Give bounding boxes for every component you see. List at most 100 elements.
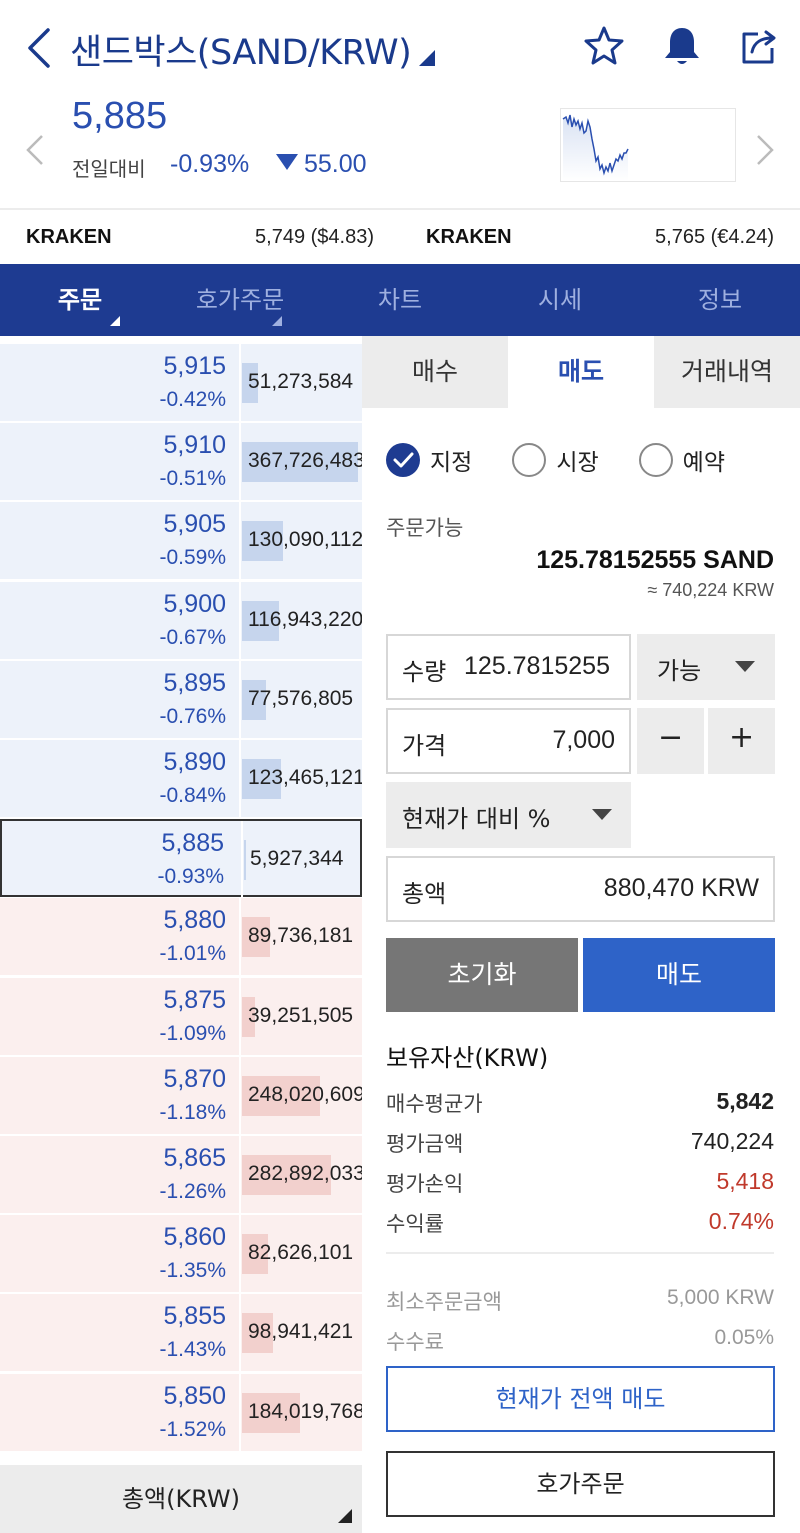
- share-icon[interactable]: [738, 24, 782, 68]
- subtab-0[interactable]: 매수: [362, 336, 508, 408]
- price-increase-button[interactable]: +: [708, 708, 775, 774]
- percent-selector[interactable]: 현재가 대비 %: [386, 782, 631, 848]
- orderbook-row[interactable]: 5,875 -1.09% 39,251,505: [0, 977, 362, 1056]
- orderbook-price: 5,850: [163, 1381, 226, 1410]
- price-decrease-button[interactable]: −: [637, 708, 704, 774]
- orderbook-row[interactable]: 5,905 -0.59% 130,090,112: [0, 502, 362, 581]
- corner-caret-icon: [338, 1509, 352, 1523]
- holding-value: 5,418: [716, 1168, 774, 1194]
- orderbook-separator: [239, 977, 241, 1056]
- order-type-option[interactable]: 지정: [386, 440, 472, 480]
- orderbook-volume: 184,019,768: [248, 1399, 362, 1423]
- orderbook-separator: [239, 740, 241, 818]
- market-title-text: 샌드박스(SAND/KRW): [70, 33, 412, 73]
- price-label: 가격: [402, 732, 447, 760]
- tab-4[interactable]: 정보: [640, 264, 800, 336]
- orderbook-volume-bar: [244, 840, 246, 881]
- holding-value: 0.74%: [708, 1208, 774, 1234]
- holding-label: 매수평균가: [386, 1092, 483, 1116]
- order-type-label: 시장: [556, 450, 599, 476]
- star-icon[interactable]: [582, 24, 626, 68]
- orderbook-price: 5,855: [163, 1302, 226, 1331]
- orderbook-row[interactable]: 5,910 -0.51% 367,726,483: [0, 423, 362, 502]
- subtab-2[interactable]: 거래내역: [654, 336, 800, 408]
- sparkline-chart[interactable]: [560, 108, 736, 182]
- market-select-caret-icon: [419, 35, 436, 75]
- orderbook-row[interactable]: 5,860 -1.35% 82,626,101: [0, 1215, 362, 1294]
- orderbook-row[interactable]: 5,865 -1.26% 282,892,033: [0, 1136, 362, 1214]
- external-price-1: 5,749 ($4.83): [255, 226, 374, 248]
- subtab-1[interactable]: 매도: [508, 336, 654, 408]
- orderbook-price: 5,905: [163, 510, 226, 539]
- orderbook-row[interactable]: 5,870 -1.18% 248,020,609: [0, 1056, 362, 1135]
- price-field[interactable]: 가격 7,000: [386, 708, 631, 774]
- orderbook-row[interactable]: 5,885 -0.93% 5,927,344: [0, 819, 362, 900]
- orderbook-row[interactable]: 5,880 -1.01% 89,736,181: [0, 898, 362, 977]
- orderbook-volume: 51,273,584: [248, 370, 354, 393]
- bell-icon[interactable]: [660, 24, 704, 68]
- tab-caret-icon: [110, 316, 120, 326]
- total-field[interactable]: 총액 880,470 KRW: [386, 856, 775, 922]
- tab-label: 정보: [697, 286, 743, 314]
- orderbook-volume: 130,090,112: [248, 528, 362, 552]
- orderbook-volume: 5,927,344: [250, 847, 344, 871]
- tab-2[interactable]: 차트: [320, 264, 480, 336]
- quote-order-button[interactable]: 호가주문: [386, 1451, 775, 1517]
- available-label: 주문가능: [386, 516, 464, 540]
- orderbook-percent: -0.42%: [159, 388, 226, 411]
- orderbook-separator: [239, 660, 241, 739]
- orderbook-row[interactable]: 5,855 -1.43% 98,941,421: [0, 1294, 362, 1373]
- orderbook-total-toggle[interactable]: 총액(KRW): [0, 1465, 362, 1533]
- market-title[interactable]: 샌드박스(SAND/KRW): [70, 24, 436, 75]
- quantity-value: 125.7815255: [464, 652, 610, 680]
- orderbook-price: 5,900: [163, 589, 226, 618]
- change-amount: 55.00: [276, 150, 367, 179]
- quantity-field[interactable]: 수량 125.7815255: [386, 634, 631, 700]
- next-market-chevron-icon[interactable]: [752, 130, 778, 170]
- holding-value: 5,842: [716, 1088, 774, 1114]
- orderbook-percent: -0.84%: [159, 784, 226, 807]
- external-exchange-2: KRAKEN: [426, 226, 512, 248]
- orderbook-volume: 82,626,101: [248, 1241, 354, 1265]
- orderbook-row[interactable]: 5,915 -0.42% 51,273,584: [0, 344, 362, 422]
- down-triangle-icon: [276, 154, 298, 170]
- order-type-option[interactable]: 시장: [512, 440, 599, 480]
- chevron-down-icon: [735, 661, 755, 672]
- prev-market-chevron-icon[interactable]: [22, 130, 48, 170]
- tab-label: 시세: [537, 286, 583, 314]
- tab-0[interactable]: 주문: [0, 264, 160, 336]
- sell-all-button[interactable]: 현재가 전액 매도: [386, 1366, 775, 1432]
- orderbook-percent: -1.52%: [159, 1417, 226, 1441]
- reset-button[interactable]: 초기화: [386, 938, 578, 1012]
- order-type-options: 지정 시장 예약: [386, 440, 725, 480]
- orderbook-price: 5,870: [163, 1064, 226, 1093]
- orderbook-percent: -1.35%: [159, 1259, 226, 1283]
- radio-checked-icon: [386, 443, 420, 477]
- holding-value: 740,224: [690, 1128, 774, 1154]
- orderbook-row[interactable]: 5,900 -0.67% 116,943,220: [0, 581, 362, 660]
- orderbook-row[interactable]: 5,890 -0.84% 123,465,121: [0, 740, 362, 818]
- holding-row: 평가금액 740,224: [386, 1128, 774, 1168]
- quantity-option-dropdown[interactable]: 가능: [637, 634, 775, 700]
- order-info-label: 수수료: [386, 1330, 444, 1354]
- tab-caret-icon: [272, 316, 282, 326]
- orderbook-price: 5,880: [163, 906, 226, 935]
- orderbook[interactable]: 5,915 -0.42% 51,273,584 5,910 -0.51% 367,726,…: [0, 336, 362, 1463]
- sell-button[interactable]: 매도: [583, 938, 775, 1012]
- order-subtabs: 매수 매도 거래내역: [362, 336, 800, 408]
- orderbook-separator: [239, 344, 241, 422]
- external-price-2: 5,765 (€4.24): [655, 226, 774, 248]
- orderbook-price: 5,890: [163, 748, 226, 776]
- back-chevron-icon[interactable]: [22, 26, 62, 70]
- orderbook-separator: [239, 581, 241, 660]
- tab-1[interactable]: 호가주문: [160, 264, 320, 336]
- orderbook-row[interactable]: 5,895 -0.76% 77,576,805: [0, 660, 362, 739]
- orderbook-volume: 89,736,181: [248, 924, 354, 948]
- tab-3[interactable]: 시세: [480, 264, 640, 336]
- orderbook-footer-label: 총액(KRW): [121, 1485, 241, 1513]
- order-type-option[interactable]: 예약: [638, 440, 725, 480]
- tab-label: 주문: [57, 286, 103, 314]
- orderbook-row[interactable]: 5,850 -1.52% 184,019,768: [0, 1373, 362, 1452]
- orderbook-separator: [241, 821, 243, 900]
- minus-icon: −: [658, 720, 684, 755]
